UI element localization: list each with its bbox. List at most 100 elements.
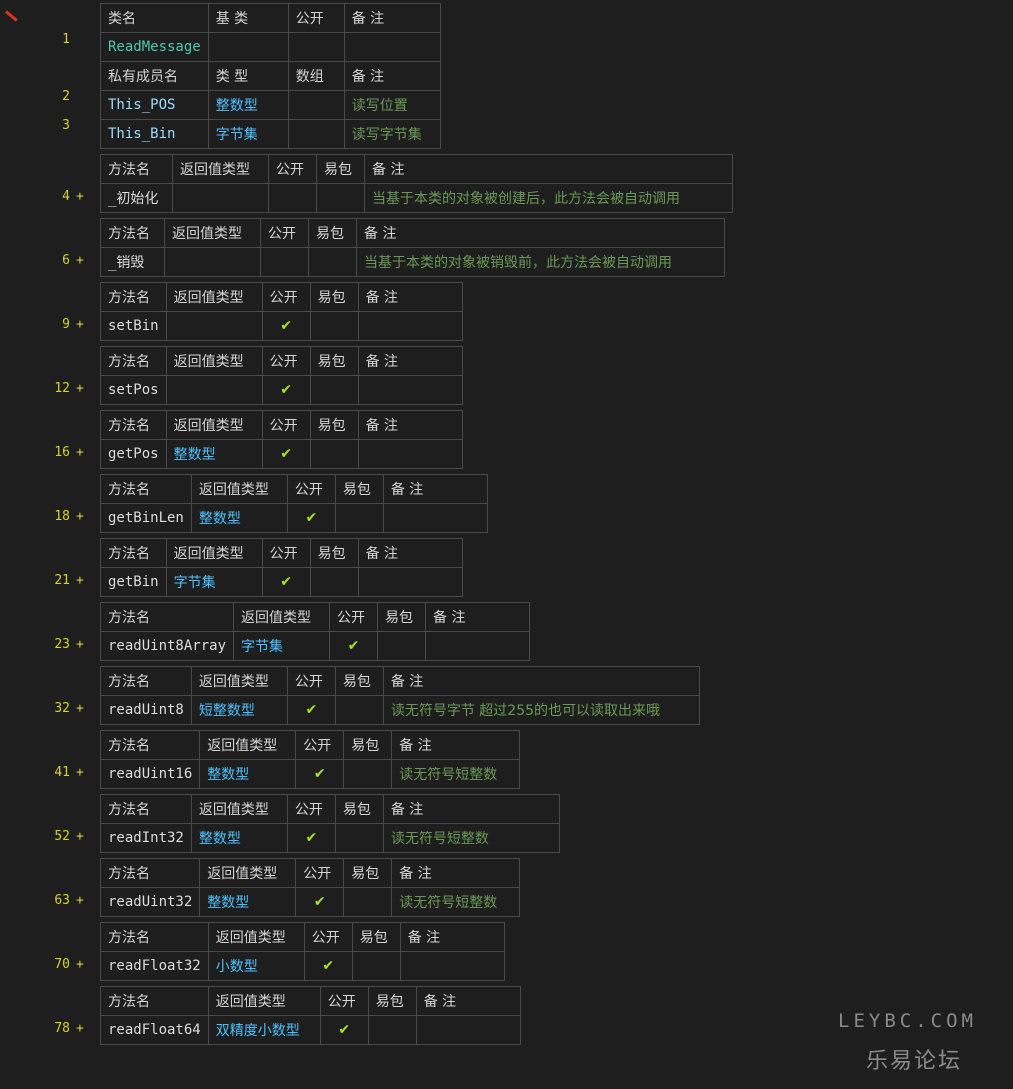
- method-return-type-cell[interactable]: 双精度小数型: [207, 1015, 321, 1045]
- method-comment-cell[interactable]: [357, 567, 463, 597]
- class-name-cell[interactable]: ReadMessage: [100, 32, 209, 62]
- member-row[interactable]: This_Bin 字节集 读写字节集: [100, 119, 441, 149]
- expand-fold-icon[interactable]: +: [76, 829, 84, 844]
- expand-fold-icon[interactable]: +: [76, 189, 84, 204]
- method-return-type-cell[interactable]: [172, 183, 269, 213]
- method-easypack-cell[interactable]: [343, 759, 393, 789]
- method-public-cell[interactable]: [260, 247, 309, 277]
- member-type-cell[interactable]: 字节集: [207, 119, 289, 149]
- expand-fold-icon[interactable]: +: [76, 317, 84, 332]
- expand-fold-icon[interactable]: +: [76, 253, 84, 268]
- method-name-cell[interactable]: _销毁: [100, 247, 165, 277]
- method-name-cell[interactable]: getPos: [100, 439, 167, 469]
- expand-fold-icon[interactable]: +: [76, 445, 84, 460]
- method-comment-cell[interactable]: [357, 375, 463, 405]
- method-return-type-cell[interactable]: 整数型: [190, 823, 288, 853]
- method-public-cell[interactable]: ✔: [261, 375, 311, 405]
- expand-fold-icon[interactable]: +: [76, 765, 84, 780]
- method-row[interactable]: readFloat64 双精度小数型 ✔: [100, 1015, 521, 1045]
- method-comment-cell[interactable]: 读无符号短整数: [382, 823, 560, 853]
- method-name-cell[interactable]: setBin: [100, 311, 167, 341]
- method-comment-cell[interactable]: [399, 951, 505, 981]
- method-easypack-cell[interactable]: [316, 183, 365, 213]
- method-name-cell[interactable]: getBinLen: [100, 503, 192, 533]
- method-easypack-cell[interactable]: [309, 375, 359, 405]
- method-easypack-cell[interactable]: [334, 695, 384, 725]
- expand-fold-icon[interactable]: +: [76, 701, 84, 716]
- method-return-type-cell[interactable]: 整数型: [165, 439, 263, 469]
- method-public-cell[interactable]: ✔: [286, 695, 336, 725]
- method-easypack-cell[interactable]: [309, 311, 359, 341]
- method-public-cell[interactable]: ✔: [303, 951, 353, 981]
- method-return-type-cell[interactable]: [164, 247, 261, 277]
- method-return-type-cell[interactable]: 小数型: [207, 951, 305, 981]
- method-name-cell[interactable]: readFloat32: [100, 951, 209, 981]
- method-name-cell[interactable]: readInt32: [100, 823, 192, 853]
- method-easypack-cell[interactable]: [309, 567, 359, 597]
- method-row[interactable]: readInt32 整数型 ✔ 读无符号短整数: [100, 823, 560, 853]
- method-return-type-cell[interactable]: [165, 375, 263, 405]
- member-array-cell[interactable]: [287, 119, 345, 149]
- method-row[interactable]: readUint8 短整数型 ✔ 读无符号字节 超过255的也可以读取出来哦: [100, 695, 700, 725]
- method-return-type-cell[interactable]: 短整数型: [190, 695, 288, 725]
- method-comment-cell[interactable]: 当基于本类的对象被创建后，此方法会被自动调用: [364, 183, 733, 213]
- expand-fold-icon[interactable]: +: [76, 957, 84, 972]
- expand-fold-icon[interactable]: +: [76, 509, 84, 524]
- method-easypack-cell[interactable]: [334, 503, 384, 533]
- method-row[interactable]: readFloat32 小数型 ✔: [100, 951, 505, 981]
- method-comment-cell[interactable]: [425, 631, 531, 661]
- method-name-cell[interactable]: setPos: [100, 375, 167, 405]
- member-row[interactable]: This_POS 整数型 读写位置: [100, 90, 441, 120]
- method-row[interactable]: _初始化 当基于本类的对象被创建后，此方法会被自动调用: [100, 183, 733, 213]
- method-name-cell[interactable]: readUint8: [100, 695, 192, 725]
- member-type-cell[interactable]: 整数型: [207, 90, 289, 120]
- method-name-cell[interactable]: readFloat64: [100, 1015, 209, 1045]
- method-name-cell[interactable]: _初始化: [100, 183, 173, 213]
- method-row[interactable]: _销毁 当基于本类的对象被销毁前，此方法会被自动调用: [100, 247, 725, 277]
- expand-fold-icon[interactable]: +: [76, 381, 84, 396]
- method-row[interactable]: readUint32 整数型 ✔ 读无符号短整数: [99, 887, 521, 917]
- member-comment-cell[interactable]: 读写位置: [343, 90, 441, 120]
- method-easypack-cell[interactable]: [377, 631, 427, 661]
- method-comment-cell[interactable]: [357, 439, 463, 469]
- method-public-cell[interactable]: [268, 183, 317, 213]
- method-easypack-cell[interactable]: [343, 887, 393, 917]
- method-name-cell[interactable]: getBin: [100, 567, 167, 597]
- method-easypack-cell[interactable]: [351, 951, 401, 981]
- class-empty-cell[interactable]: [207, 32, 289, 62]
- class-empty-cell[interactable]: [287, 32, 345, 62]
- method-return-type-cell[interactable]: 整数型: [190, 503, 288, 533]
- method-return-type-cell[interactable]: 字节集: [165, 567, 263, 597]
- method-return-type-cell[interactable]: 整数型: [199, 887, 297, 917]
- method-name-cell[interactable]: readUint8Array: [99, 631, 235, 661]
- method-comment-cell[interactable]: [382, 503, 488, 533]
- method-row[interactable]: readUint8Array 字节集 ✔: [99, 631, 531, 661]
- method-return-type-cell[interactable]: 整数型: [199, 759, 297, 789]
- expand-fold-icon[interactable]: +: [76, 1021, 84, 1036]
- method-public-cell[interactable]: ✔: [295, 759, 345, 789]
- method-public-cell[interactable]: ✔: [261, 311, 311, 341]
- method-public-cell[interactable]: ✔: [261, 439, 311, 469]
- class-empty-cell[interactable]: [343, 32, 441, 62]
- method-public-cell[interactable]: ✔: [319, 1015, 369, 1045]
- method-public-cell[interactable]: ✔: [295, 887, 345, 917]
- method-row[interactable]: setBin ✔: [100, 311, 463, 341]
- method-row[interactable]: setPos ✔: [100, 375, 463, 405]
- method-row[interactable]: readUint16 整数型 ✔ 读无符号短整数: [99, 759, 521, 789]
- member-name-cell[interactable]: This_Bin: [100, 119, 209, 149]
- member-comment-cell[interactable]: 读写字节集: [343, 119, 441, 149]
- method-comment-cell[interactable]: 读无符号短整数: [391, 759, 521, 789]
- member-array-cell[interactable]: [287, 90, 345, 120]
- method-row[interactable]: getPos 整数型 ✔: [100, 439, 463, 469]
- method-comment-cell[interactable]: 当基于本类的对象被销毁前，此方法会被自动调用: [356, 247, 725, 277]
- method-easypack-cell[interactable]: [367, 1015, 417, 1045]
- method-public-cell[interactable]: ✔: [286, 503, 336, 533]
- method-comment-cell[interactable]: 读无符号短整数: [391, 887, 521, 917]
- method-row[interactable]: getBinLen 整数型 ✔: [100, 503, 488, 533]
- method-comment-cell[interactable]: [415, 1015, 521, 1045]
- method-public-cell[interactable]: ✔: [286, 823, 336, 853]
- method-public-cell[interactable]: ✔: [329, 631, 379, 661]
- method-easypack-cell[interactable]: [308, 247, 357, 277]
- method-row[interactable]: getBin 字节集 ✔: [100, 567, 463, 597]
- member-name-cell[interactable]: This_POS: [100, 90, 209, 120]
